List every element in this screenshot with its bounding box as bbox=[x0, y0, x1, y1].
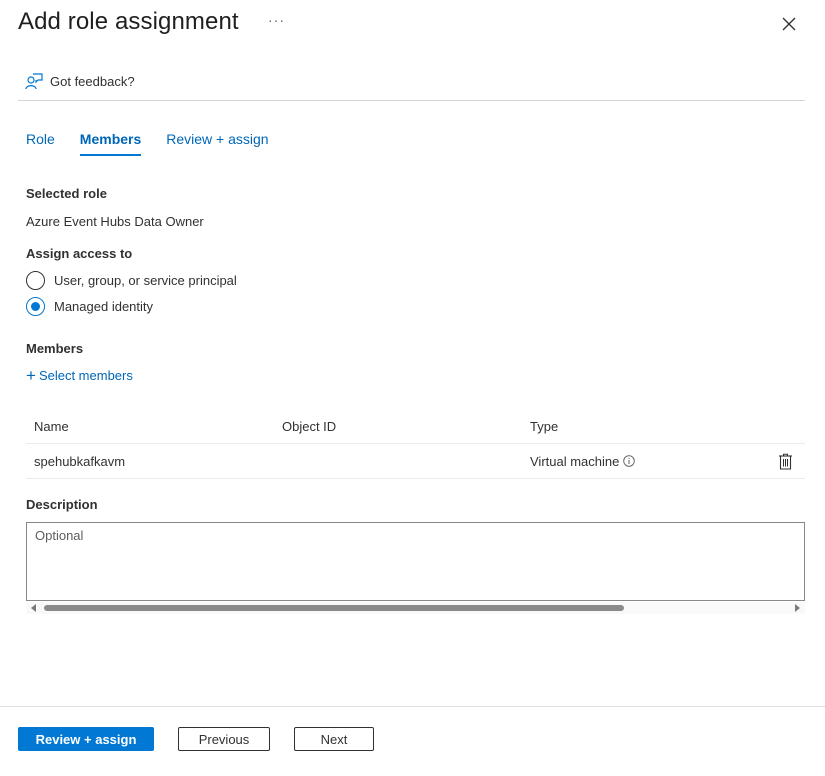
tab-members[interactable]: Members bbox=[79, 131, 142, 156]
column-header-type: Type bbox=[530, 419, 559, 434]
page-title: Add role assignment bbox=[18, 8, 239, 35]
description-label: Description bbox=[26, 497, 98, 512]
more-options-button[interactable]: ··· bbox=[268, 12, 285, 28]
member-name: spehubkafkavm bbox=[34, 453, 126, 469]
selected-role-value: Azure Event Hubs Data Owner bbox=[26, 214, 204, 229]
scroll-left-arrow[interactable] bbox=[31, 604, 36, 612]
delete-icon[interactable] bbox=[778, 453, 793, 470]
feedback-label: Got feedback? bbox=[50, 73, 135, 89]
next-button[interactable]: Next bbox=[294, 727, 374, 751]
radio-circle[interactable] bbox=[26, 271, 45, 290]
description-input[interactable] bbox=[26, 522, 805, 601]
members-label: Members bbox=[26, 341, 84, 356]
close-icon[interactable] bbox=[780, 15, 798, 33]
tab-review-assign[interactable]: Review + assign bbox=[166, 131, 268, 156]
member-type-text: Virtual machine bbox=[530, 453, 620, 469]
previous-button[interactable]: Previous bbox=[178, 727, 270, 751]
feedback-link[interactable]: Got feedback? bbox=[25, 72, 135, 90]
members-table: Name Object ID Type spehubkafkavm Virtua… bbox=[26, 410, 805, 479]
table-header: Name Object ID Type bbox=[26, 410, 805, 444]
wizard-tabs: Role Members Review + assign bbox=[26, 131, 294, 156]
info-icon[interactable] bbox=[623, 455, 636, 467]
radio-label: User, group, or service principal bbox=[54, 273, 237, 288]
radio-managed-identity[interactable]: Managed identity bbox=[26, 297, 153, 316]
scrollbar-thumb[interactable] bbox=[44, 605, 624, 611]
table-row: spehubkafkavm Virtual machine bbox=[26, 444, 805, 479]
plus-icon: + bbox=[26, 366, 36, 385]
scroll-right-arrow[interactable] bbox=[795, 604, 800, 612]
column-header-name: Name bbox=[34, 419, 69, 434]
radio-circle[interactable] bbox=[26, 297, 45, 316]
member-type: Virtual machine bbox=[530, 453, 636, 469]
select-members-link[interactable]: + Select members bbox=[26, 367, 133, 384]
selected-role-label: Selected role bbox=[26, 186, 107, 201]
radio-label: Managed identity bbox=[54, 299, 154, 314]
footer-divider bbox=[0, 706, 825, 707]
select-members-label: Select members bbox=[38, 368, 133, 383]
tab-role[interactable]: Role bbox=[26, 131, 55, 156]
review-assign-button[interactable]: Review + assign bbox=[18, 727, 154, 751]
radio-user-group-sp[interactable]: User, group, or service principal bbox=[26, 271, 237, 290]
horizontal-scrollbar[interactable] bbox=[26, 602, 805, 614]
divider bbox=[18, 100, 805, 101]
column-header-object-id: Object ID bbox=[282, 419, 337, 434]
feedback-icon bbox=[25, 73, 43, 90]
assign-access-label: Assign access to bbox=[26, 246, 133, 261]
